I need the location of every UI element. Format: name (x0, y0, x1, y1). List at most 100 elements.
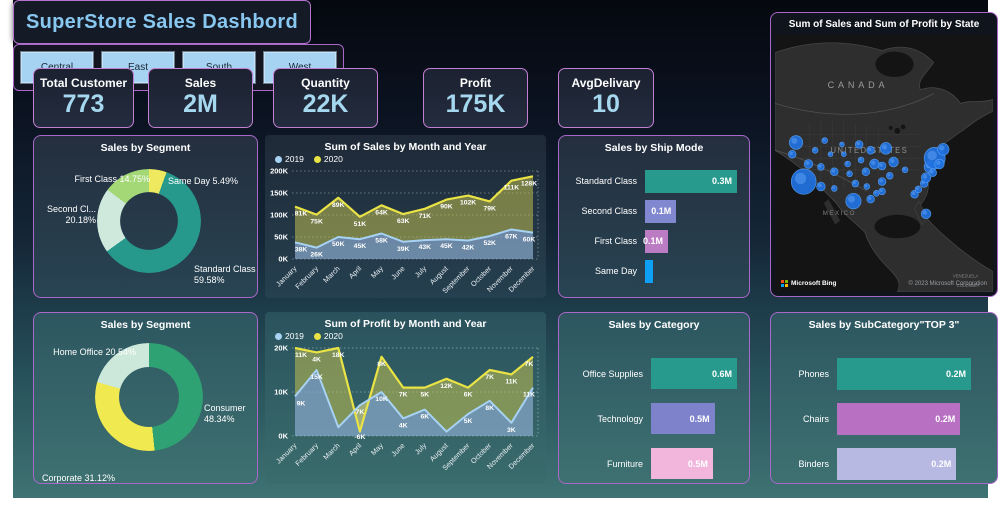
legend-dot-2020 (313, 155, 321, 163)
svg-text:April: April (347, 264, 364, 281)
svg-text:6K: 6K (420, 414, 429, 421)
svg-text:102K: 102K (460, 200, 476, 207)
donut-callout-same-day: Same Day 5.49% (168, 176, 239, 186)
bar-row: Furniture 0.5M (567, 441, 737, 486)
profit-stacked-area-chart[interactable]: 0K 10K 20K 9K 11K 15K 4K 18K 7K -6K 10K 8K 4K 7K 6K 5K 1… (265, 341, 546, 481)
svg-text:9K: 9K (297, 400, 306, 407)
profit-by-month-panel: Sum of Profit by Month and Year 2019 202… (265, 312, 546, 484)
svg-text:7K: 7K (399, 392, 408, 399)
bar-technology[interactable]: 0.5M (651, 403, 715, 434)
bar-binders[interactable]: 0.2M (837, 447, 957, 480)
panel-title: Sales by Category (608, 319, 700, 331)
donut-chart-area: First Class 14.75% Same Day 5.49% Second… (34, 154, 257, 293)
bar-row: Phones 0.2M (779, 351, 971, 396)
panel-title: Sales by Ship Mode (604, 142, 704, 154)
legend-item-2020: 2020 (313, 154, 343, 164)
svg-text:10K: 10K (375, 396, 388, 403)
svg-text:May: May (369, 264, 385, 280)
bar-value-label: 0.1M (651, 206, 672, 216)
bar-value-label: 0.5M (687, 458, 708, 469)
svg-text:July: July (413, 441, 429, 457)
bar-first-class[interactable]: 0.1M (643, 229, 668, 253)
legend-item-2020: 2020 (313, 331, 343, 341)
svg-text:200K: 200K (270, 167, 289, 176)
sales-stacked-area-chart[interactable]: 0K 50K 100K 150K 200K 38K 81K 26K 75K 50K 89K 45K 51… (265, 164, 546, 298)
svg-text:15K: 15K (310, 374, 323, 381)
svg-text:12K: 12K (440, 383, 453, 390)
bar-same-day[interactable] (645, 259, 654, 283)
svg-text:26K: 26K (310, 252, 323, 259)
kpi-value: 10 (592, 90, 620, 118)
us-bubble-map[interactable]: CANADA UNITED STATES MEXICO VENEZUELA CO… (775, 35, 993, 292)
kpi-label: Profit (459, 76, 492, 90)
bar-track: 0.2M (837, 447, 971, 480)
bar-category-label: Binders (798, 458, 829, 469)
bar-row: Office Supplies 0.6M (567, 351, 737, 396)
kpi-value: 22K (302, 90, 349, 118)
svg-text:July: July (413, 264, 429, 280)
bar-chairs[interactable]: 0.2M (837, 402, 961, 435)
svg-text:May: May (369, 441, 385, 457)
svg-text:4K: 4K (399, 422, 408, 429)
svg-text:6K: 6K (464, 392, 473, 399)
svg-text:89K: 89K (332, 202, 345, 209)
donut-callout-second-class: Second Cl... 20.18% (46, 204, 96, 226)
bar-category-label: Second Class (581, 206, 637, 216)
bar-value-label: 0.2M (935, 413, 956, 424)
kpi-label: Quantity (301, 76, 350, 90)
panel-title: Sales by SubCategory"TOP 3" (808, 319, 960, 331)
bar-track: 0.6M (651, 358, 737, 389)
svg-text:67K: 67K (505, 234, 518, 241)
bar-category-label: First Class (594, 236, 638, 246)
map-attribution: © 2023 Microsoft Corporation (908, 281, 987, 287)
donut-callout-home-office: Home Office 20.54% (53, 347, 136, 357)
bar-standard-class[interactable]: 0.3M (645, 169, 737, 193)
hudson-bay-shape (875, 51, 914, 78)
bar-value-label: 0.3M (711, 176, 732, 186)
bar-track: 0.5M (651, 448, 737, 479)
segment-donut-chart[interactable] (95, 343, 203, 451)
svg-text:42K: 42K (462, 245, 475, 252)
map-label-canada: CANADA (828, 80, 889, 90)
svg-text:64K: 64K (375, 209, 388, 216)
bar-value-label: 0.2M (945, 368, 966, 379)
donut-callout-corporate: Corporate 31.12% (42, 473, 116, 483)
bar-second-class[interactable]: 0.1M (645, 199, 677, 223)
svg-text:39K: 39K (397, 246, 410, 253)
svg-text:0K: 0K (278, 255, 288, 264)
svg-text:45K: 45K (354, 243, 367, 250)
bar-track: 0.3M (645, 169, 737, 193)
svg-text:7K: 7K (525, 361, 534, 368)
svg-text:63K: 63K (397, 218, 410, 225)
bar-row: Second Class 0.1M (567, 196, 737, 226)
microsoft-bing-logo-icon (781, 280, 788, 287)
svg-text:5K: 5K (464, 418, 473, 425)
svg-text:10K: 10K (274, 388, 288, 397)
svg-text:11K: 11K (295, 352, 307, 359)
svg-text:79K: 79K (483, 205, 496, 212)
bar-phones[interactable]: 0.2M (837, 357, 971, 390)
bar-furniture[interactable]: 0.5M (651, 448, 713, 479)
bar-office-supplies[interactable]: 0.6M (651, 358, 737, 389)
gulf-of-mexico-shape (874, 214, 921, 239)
bar-row: Standard Class 0.3M (567, 166, 737, 196)
bar-category-label: Chairs (802, 413, 829, 424)
svg-text:0K: 0K (278, 432, 288, 441)
sales-profit-map-panel: Sum of Sales and Sum of Profit by State (770, 12, 998, 297)
kpi-avg-delivery: AvgDelivary 10 (558, 68, 654, 128)
svg-text:43K: 43K (419, 244, 432, 251)
map-label-venezuela: VENEZUELA (953, 273, 979, 278)
svg-text:8K: 8K (377, 361, 386, 368)
subcategory-bar-chart: Phones 0.2M Chairs 0.2M Binders 0.2M (771, 331, 997, 486)
kpi-value: 2M (183, 90, 218, 118)
svg-text:71K: 71K (419, 213, 432, 220)
kpi-quantity: Quantity 22K (273, 68, 378, 128)
great-lakes-shape (888, 125, 893, 130)
kpi-label: Total Customer (39, 76, 128, 90)
kpi-total-customer: Total Customer 773 (33, 68, 134, 128)
svg-text:June: June (389, 264, 406, 281)
bar-category-label: Phones (798, 368, 829, 379)
great-lakes-shape (894, 127, 901, 134)
category-bar-chart: Office Supplies 0.6M Technology 0.5M Furnitu… (559, 331, 749, 486)
bar-track: 0.1M (643, 229, 737, 253)
